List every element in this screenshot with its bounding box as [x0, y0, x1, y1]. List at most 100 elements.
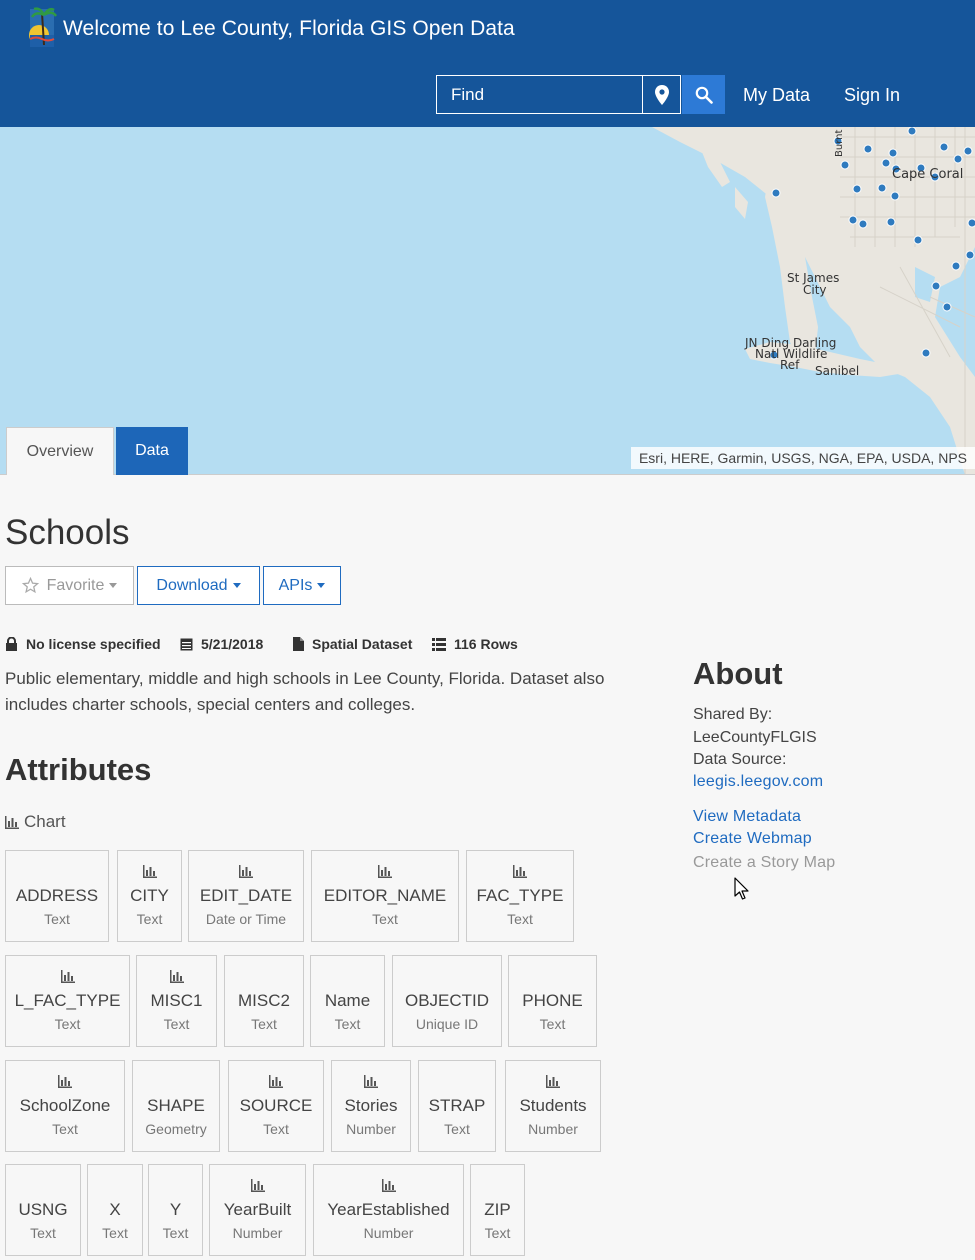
attribute-type: Text [263, 1121, 289, 1137]
calendar-icon [180, 638, 193, 651]
attribute-card[interactable]: PHONE Text [508, 955, 597, 1047]
attribute-card[interactable]: YearBuilt Number [209, 1164, 306, 1256]
license-text: No license specified [26, 636, 161, 652]
download-label: Download [156, 576, 228, 594]
data-source-label: Data Source: [693, 751, 787, 768]
map-basemap [652, 127, 975, 474]
map-label-sanibel: Sanibel [815, 364, 860, 378]
license-info: No license specified [5, 635, 161, 653]
attribute-card[interactable]: EDITOR_NAME Text [311, 850, 459, 942]
site-header: Welcome to Lee County, Florida GIS Open … [0, 0, 975, 127]
attribute-card[interactable]: X Text [87, 1164, 143, 1256]
shared-by-label: Shared By: [693, 706, 773, 723]
attribute-name: YearBuilt [223, 1200, 292, 1219]
bar-chart-icon [467, 865, 573, 878]
chart-label: Chart [24, 812, 66, 831]
search-icon [695, 86, 713, 104]
page-title: Schools [5, 513, 130, 552]
attribute-card[interactable]: USNG Text [5, 1164, 81, 1256]
attribute-name: CITY [130, 886, 169, 905]
my-data-link[interactable]: My Data [743, 85, 810, 106]
star-icon [21, 577, 39, 594]
search-button[interactable] [682, 75, 725, 114]
bar-chart-icon [6, 970, 129, 983]
attribute-card[interactable]: SHAPE Geometry [132, 1060, 220, 1152]
chevron-down-icon [232, 583, 241, 588]
attribute-type: Text [444, 1121, 470, 1137]
sign-in-link[interactable]: Sign In [844, 85, 900, 106]
attribute-card[interactable]: EDIT_DATE Date or Time [188, 850, 304, 942]
attribute-type: Number [232, 1225, 283, 1241]
tab-data[interactable]: Data [116, 427, 188, 475]
dataset-map[interactable]: Cape Coral St James City JN Ding Darling… [0, 127, 975, 475]
attribute-name: PHONE [522, 991, 583, 1010]
site-title: Welcome to Lee County, Florida GIS Open … [63, 17, 515, 40]
attribute-name: YearEstablished [327, 1200, 450, 1219]
attribute-name: X [109, 1200, 121, 1219]
attribute-type: Text [163, 1016, 190, 1032]
apis-button[interactable]: APIs [263, 566, 341, 605]
attribute-type: Text [507, 911, 533, 927]
map-label-st-james-city: City [803, 283, 827, 297]
attribute-type: Number [528, 1121, 578, 1137]
attribute-card[interactable]: MISC2 Text [224, 955, 304, 1047]
bar-chart-icon [189, 865, 303, 878]
view-metadata-link[interactable]: View Metadata [693, 808, 801, 826]
favorite-button[interactable]: Favorite [5, 566, 134, 605]
bar-chart-icon [314, 1179, 463, 1192]
attribute-card[interactable]: SOURCE Text [228, 1060, 324, 1152]
bar-chart-icon [137, 970, 216, 983]
attribute-type: Text [251, 1016, 277, 1032]
attribute-card[interactable]: Name Text [310, 955, 385, 1047]
list-icon [432, 637, 446, 651]
attribute-type: Text [539, 1016, 566, 1032]
attribute-card[interactable]: OBJECTID Unique ID [392, 955, 502, 1047]
attribute-card[interactable]: Stories Number [331, 1060, 411, 1152]
map-label-burnt: Burnt [834, 129, 845, 157]
attribute-card[interactable]: YearEstablished Number [313, 1164, 464, 1256]
location-button[interactable] [642, 75, 681, 114]
attribute-type: Unique ID [415, 1016, 479, 1032]
bar-chart-icon [210, 1179, 305, 1192]
chart-toggle[interactable]: Chart [5, 812, 66, 832]
attribute-type: Number [346, 1121, 396, 1137]
attribute-type: Date or Time [205, 911, 287, 927]
attribute-name: Y [169, 1200, 182, 1219]
dataset-type-text: Spatial Dataset [312, 636, 413, 652]
attribute-card[interactable]: Y Text [148, 1164, 203, 1256]
attribute-name: SchoolZone [19, 1096, 111, 1115]
attribute-type: Text [136, 911, 163, 927]
attribute-card[interactable]: STRAP Text [418, 1060, 496, 1152]
map-attribution: Esri, HERE, Garmin, USGS, NGA, EPA, USDA… [630, 447, 975, 469]
attribute-name: OBJECTID [404, 991, 490, 1010]
attribute-card[interactable]: FAC_TYPE Text [466, 850, 574, 942]
county-logo[interactable] [26, 5, 58, 51]
attribute-type: Text [372, 911, 398, 927]
attribute-card[interactable]: Students Number [505, 1060, 601, 1152]
attribute-card[interactable]: ZIP Text [470, 1164, 525, 1256]
attribute-card[interactable]: CITY Text [117, 850, 182, 942]
attribute-card[interactable]: MISC1 Text [136, 955, 217, 1047]
bar-chart-icon [6, 1075, 124, 1088]
attribute-name: MISC1 [150, 991, 203, 1010]
location-pin-icon [654, 84, 669, 105]
bar-chart-icon [229, 1075, 323, 1088]
attribute-card[interactable]: ADDRESS Text [5, 850, 109, 942]
create-story-map-link[interactable]: Create a Story Map [693, 854, 835, 872]
attribute-card[interactable]: SchoolZone Text [5, 1060, 125, 1152]
attribute-name: Name [324, 991, 371, 1010]
date-text: 5/21/2018 [201, 636, 264, 652]
bar-chart-icon [506, 1075, 600, 1088]
create-webmap-link[interactable]: Create Webmap [693, 830, 812, 848]
attributes-heading: Attributes [5, 752, 152, 787]
date-info: 5/21/2018 [180, 635, 263, 653]
tab-overview[interactable]: Overview [6, 427, 114, 475]
search-input[interactable] [436, 75, 643, 114]
map-label-cape-coral: Cape Coral [892, 167, 964, 182]
data-source-link[interactable]: leegis.leegov.com [693, 773, 823, 791]
bar-chart-icon [5, 815, 19, 829]
attribute-card[interactable]: L_FAC_TYPE Text [5, 955, 130, 1047]
download-button[interactable]: Download [137, 566, 260, 605]
attribute-name: EDITOR_NAME [323, 886, 447, 905]
attribute-name: ZIP [484, 1200, 511, 1219]
